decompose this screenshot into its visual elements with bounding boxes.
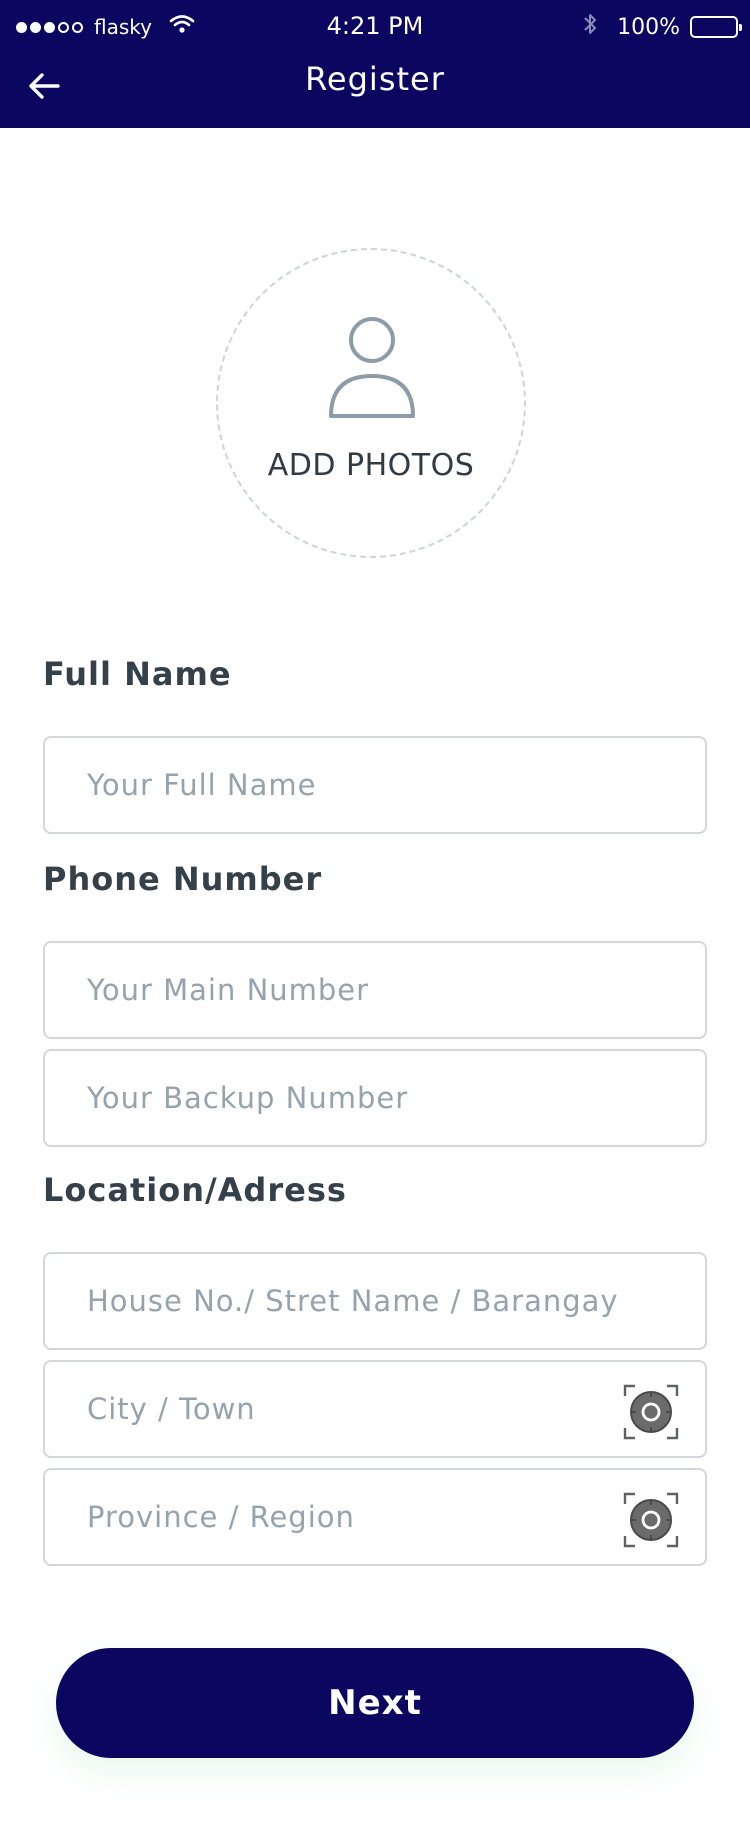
battery-percent: 100%: [617, 14, 680, 40]
city-input[interactable]: [45, 1362, 705, 1456]
backup-number-input[interactable]: [45, 1051, 705, 1145]
next-button[interactable]: Next: [56, 1648, 694, 1758]
add-photos-label: ADD PHOTOS: [267, 448, 475, 483]
province-field[interactable]: [43, 1468, 707, 1566]
add-photos-button[interactable]: ADD PHOTOS: [216, 248, 526, 558]
backup-number-field[interactable]: [43, 1049, 707, 1147]
page-title: Register: [305, 60, 445, 98]
city-field[interactable]: [43, 1360, 707, 1458]
street-field[interactable]: [43, 1252, 707, 1350]
bluetooth-icon: [583, 12, 597, 42]
battery-icon: [690, 16, 742, 38]
locate-icon[interactable]: [623, 1384, 679, 1440]
locate-icon[interactable]: [623, 1492, 679, 1548]
nav-bar: Register: [0, 52, 750, 128]
status-bar: flasky 4:21 PM 100%: [0, 0, 750, 52]
street-input[interactable]: [45, 1254, 705, 1348]
location-label: Location/Adress: [43, 1171, 347, 1209]
full-name-field[interactable]: [43, 736, 707, 834]
phone-number-label: Phone Number: [43, 860, 323, 898]
full-name-input[interactable]: [45, 738, 705, 832]
province-input[interactable]: [45, 1470, 705, 1564]
full-name-label: Full Name: [43, 655, 232, 693]
main-number-field[interactable]: [43, 941, 707, 1039]
main-number-input[interactable]: [45, 943, 705, 1037]
status-right: 100%: [583, 12, 742, 42]
user-icon: [329, 317, 415, 418]
